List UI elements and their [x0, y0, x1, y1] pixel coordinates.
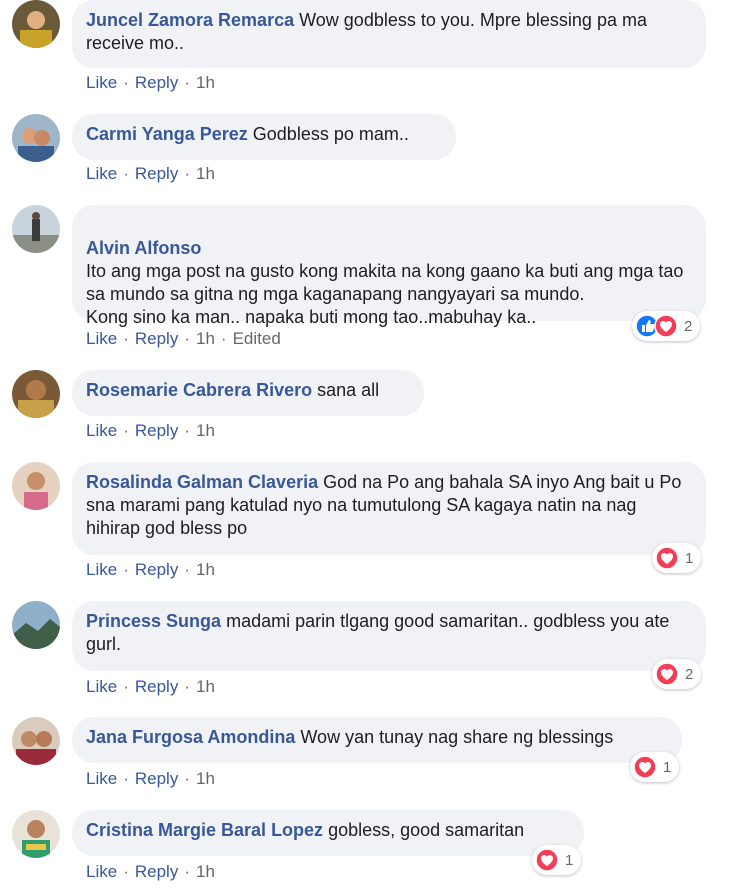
avatar[interactable] — [12, 717, 60, 765]
like-button[interactable]: Like — [86, 769, 117, 788]
like-button[interactable]: Like — [86, 73, 117, 92]
separator: · — [184, 677, 190, 696]
separator: · — [123, 560, 129, 579]
comment-actions: Like · Reply · 1h · Edited — [86, 329, 281, 349]
comment-author[interactable]: Alvin Alfonso — [86, 238, 201, 258]
comment-timestamp[interactable]: 1h — [196, 329, 215, 348]
separator: · — [184, 329, 190, 348]
like-button[interactable]: Like — [86, 862, 117, 881]
comment-actions: Like · Reply · 1h — [86, 421, 215, 441]
like-button[interactable]: Like — [86, 677, 117, 696]
separator: · — [184, 421, 190, 440]
love-icon — [654, 314, 678, 338]
love-icon — [655, 546, 679, 570]
comment-bubble: Alvin Alfonso Ito ang mga post na gusto … — [72, 205, 706, 327]
reply-button[interactable]: Reply — [135, 329, 178, 348]
reaction-count: 2 — [685, 665, 694, 683]
love-icon — [655, 662, 679, 686]
avatar[interactable] — [12, 462, 60, 510]
reaction-summary[interactable]: 2 — [652, 659, 702, 689]
reaction-count: 1 — [685, 549, 694, 567]
edited-label[interactable]: Edited — [233, 329, 281, 348]
separator: · — [184, 862, 190, 881]
separator: · — [184, 560, 190, 579]
comment-author[interactable]: Rosemarie Cabrera Rivero — [86, 380, 312, 400]
separator: · — [123, 421, 129, 440]
comment-actions: Like · Reply · 1h — [86, 164, 215, 184]
avatar[interactable] — [12, 370, 60, 418]
love-icon — [535, 848, 559, 872]
comment-timestamp[interactable]: 1h — [196, 769, 215, 788]
comment-text: Ito ang mga post na gusto kong makita na… — [86, 261, 684, 327]
comment-actions: Like · Reply · 1h — [86, 73, 215, 93]
comment-author[interactable]: Princess Sunga — [86, 611, 221, 631]
reply-button[interactable]: Reply — [135, 421, 178, 440]
comment-actions: Like · Reply · 1h — [86, 862, 215, 882]
separator: · — [184, 164, 190, 183]
separator: · — [220, 329, 227, 348]
reply-button[interactable]: Reply — [135, 769, 178, 788]
separator: · — [184, 769, 190, 788]
reaction-summary[interactable]: 2 — [632, 311, 701, 341]
like-button[interactable]: Like — [86, 560, 117, 579]
separator: · — [123, 862, 129, 881]
comment-text: Wow yan tunay nag share ng blessings — [300, 727, 614, 747]
reply-button[interactable]: Reply — [135, 677, 178, 696]
separator: · — [123, 677, 129, 696]
comment-timestamp[interactable]: 1h — [196, 560, 215, 579]
separator: · — [123, 329, 129, 348]
comment-timestamp[interactable]: 1h — [196, 164, 215, 183]
comment-text: gobless, good samaritan — [328, 820, 525, 840]
reaction-summary[interactable]: 1 — [532, 845, 582, 875]
reply-button[interactable]: Reply — [135, 862, 178, 881]
reaction-count: 2 — [684, 317, 693, 335]
comment-bubble: Rosalinda Galman Claveria God na Po ang … — [72, 462, 706, 555]
comment-bubble: Cristina Margie Baral Lopez gobless, goo… — [72, 810, 584, 856]
like-button[interactable]: Like — [86, 329, 117, 348]
comment-bubble: Jana Furgosa Amondina Wow yan tunay nag … — [72, 717, 682, 763]
comment-text: sana all — [317, 380, 380, 400]
avatar[interactable] — [12, 205, 60, 253]
comment-author[interactable]: Rosalinda Galman Claveria — [86, 472, 318, 492]
reply-button[interactable]: Reply — [135, 560, 178, 579]
comment-timestamp[interactable]: 1h — [196, 73, 215, 92]
reaction-summary[interactable]: 1 — [630, 752, 680, 782]
comment-timestamp[interactable]: 1h — [196, 677, 215, 696]
avatar[interactable] — [12, 0, 60, 48]
avatar[interactable] — [12, 114, 60, 162]
comment-author[interactable]: Cristina Margie Baral Lopez — [86, 820, 323, 840]
separator: · — [123, 73, 129, 92]
avatar[interactable] — [12, 601, 60, 649]
comment-author[interactable]: Juncel Zamora Remarca — [86, 10, 294, 30]
comment-actions: Like · Reply · 1h — [86, 677, 215, 697]
reaction-count: 1 — [565, 851, 574, 869]
separator: · — [184, 73, 190, 92]
reaction-count: 1 — [663, 758, 672, 776]
like-button[interactable]: Like — [86, 164, 117, 183]
avatar[interactable] — [12, 810, 60, 858]
comment-text: Godbless po mam.. — [252, 124, 409, 144]
comment-bubble: Rosemarie Cabrera Rivero sana all — [72, 370, 424, 416]
comment-timestamp[interactable]: 1h — [196, 862, 215, 881]
love-icon — [633, 755, 657, 779]
comment-bubble: Princess Sunga madami parin tlgang good … — [72, 601, 706, 671]
comment-timestamp[interactable]: 1h — [196, 421, 215, 440]
comment-actions: Like · Reply · 1h — [86, 769, 215, 789]
reply-button[interactable]: Reply — [135, 164, 178, 183]
comment-bubble: Carmi Yanga Perez Godbless po mam.. — [72, 114, 456, 160]
comment-bubble: Juncel Zamora Remarca Wow godbless to yo… — [72, 0, 706, 68]
like-button[interactable]: Like — [86, 421, 117, 440]
comment-actions: Like · Reply · 1h — [86, 560, 215, 580]
comment-author[interactable]: Jana Furgosa Amondina — [86, 727, 295, 747]
separator: · — [123, 769, 129, 788]
comment-author[interactable]: Carmi Yanga Perez — [86, 124, 248, 144]
reply-button[interactable]: Reply — [135, 73, 178, 92]
reaction-summary[interactable]: 1 — [652, 543, 702, 573]
separator: · — [123, 164, 129, 183]
